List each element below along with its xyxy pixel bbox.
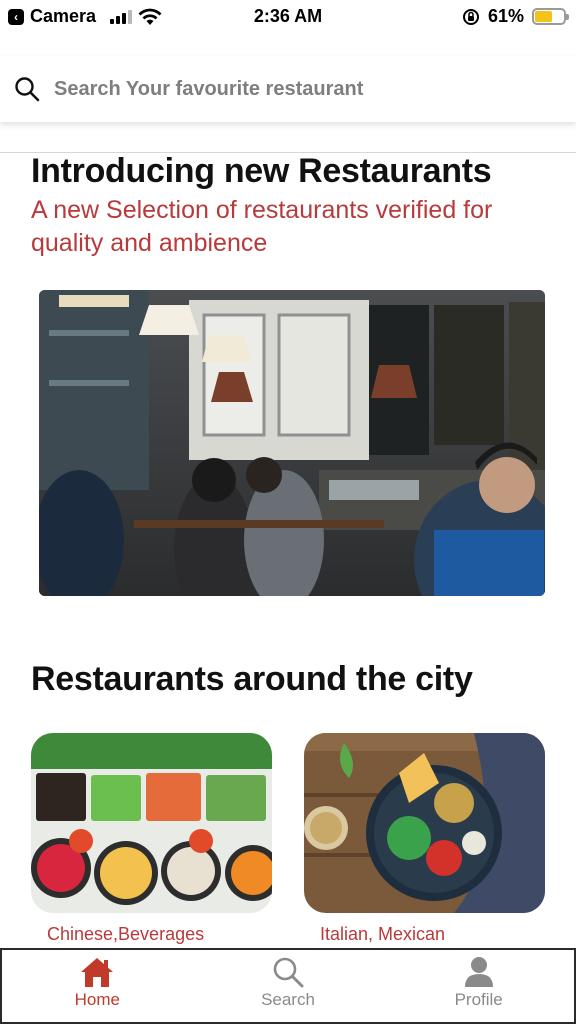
tab-profile-label: Profile xyxy=(454,990,503,1009)
salad-bowl-image[interactable] xyxy=(304,733,545,913)
intro-subtitle: A new Selection of restaurants verified … xyxy=(31,196,493,257)
city-section-title: Restaurants around the city xyxy=(31,660,473,698)
status-bar: ‹ Camera 2:36 AM 61% xyxy=(0,0,576,34)
home-icon[interactable] xyxy=(80,956,114,988)
profile-icon[interactable] xyxy=(464,956,494,988)
tab-home-label: Home xyxy=(74,990,121,1009)
battery-icon xyxy=(532,8,569,25)
restaurant-interior-image[interactable] xyxy=(39,290,545,596)
bottom-tab-bar: Home Search Profile xyxy=(0,948,576,1024)
tab-home[interactable]: Home xyxy=(2,950,193,1022)
card-cuisine-label: Italian, Mexican xyxy=(320,924,446,944)
search-input[interactable] xyxy=(54,77,534,101)
search-icon[interactable] xyxy=(14,76,40,102)
search-bar[interactable] xyxy=(0,56,576,122)
status-right: 61% xyxy=(462,6,569,27)
card-cuisine-label: Chinese,Beverages xyxy=(47,924,205,944)
orientation-lock-icon xyxy=(462,8,479,25)
salad-bar-image[interactable] xyxy=(31,733,272,913)
tab-search[interactable]: Search xyxy=(193,950,384,1022)
battery-percent: 61% xyxy=(487,6,524,26)
intro-title: Introducing new Restaurants xyxy=(31,152,492,190)
tab-profile[interactable]: Profile xyxy=(383,950,574,1022)
tab-search-label: Search xyxy=(261,990,315,1009)
search-icon[interactable] xyxy=(272,956,304,988)
restaurant-card[interactable]: Italian, Mexican xyxy=(304,733,545,963)
restaurant-card[interactable]: Chinese,Beverages xyxy=(31,733,272,963)
